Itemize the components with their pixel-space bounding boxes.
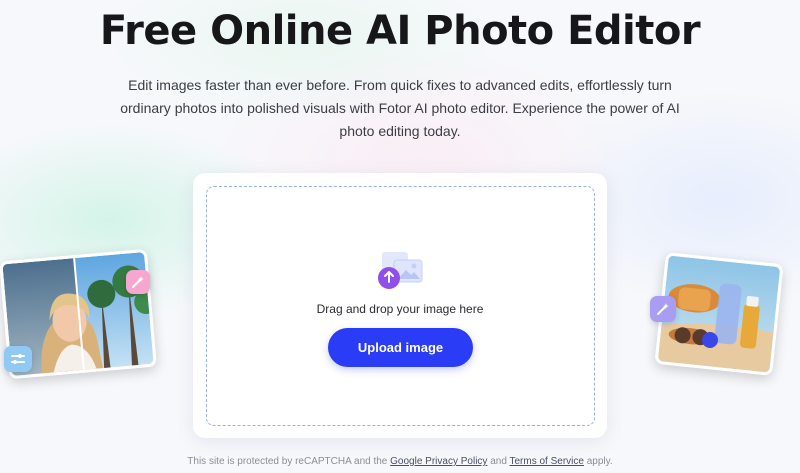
terms-of-service-link[interactable]: Terms of Service — [510, 456, 584, 467]
magic-wand-icon — [126, 270, 150, 294]
beach-product-image — [657, 255, 784, 376]
page-subtitle: Edit images faster than ever before. Fro… — [120, 77, 680, 139]
recaptcha-notice: This site is protected by reCAPTCHA and … — [0, 456, 800, 467]
slider-handle-icon — [702, 332, 718, 348]
recaptcha-prefix: This site is protected by reCAPTCHA and … — [187, 456, 388, 467]
recaptcha-and: and — [490, 456, 507, 467]
recaptcha-suffix: apply. — [586, 456, 613, 467]
upload-image-icon — [376, 250, 424, 290]
privacy-policy-link[interactable]: Google Privacy Policy — [390, 456, 487, 467]
sliders-icon — [4, 346, 32, 372]
drop-instructions: Drag and drop your image here — [316, 302, 484, 316]
upload-image-button[interactable]: Upload image — [328, 328, 473, 367]
page-title: Free Online AI Photo Editor — [99, 8, 701, 54]
magic-wand-icon — [650, 296, 676, 322]
